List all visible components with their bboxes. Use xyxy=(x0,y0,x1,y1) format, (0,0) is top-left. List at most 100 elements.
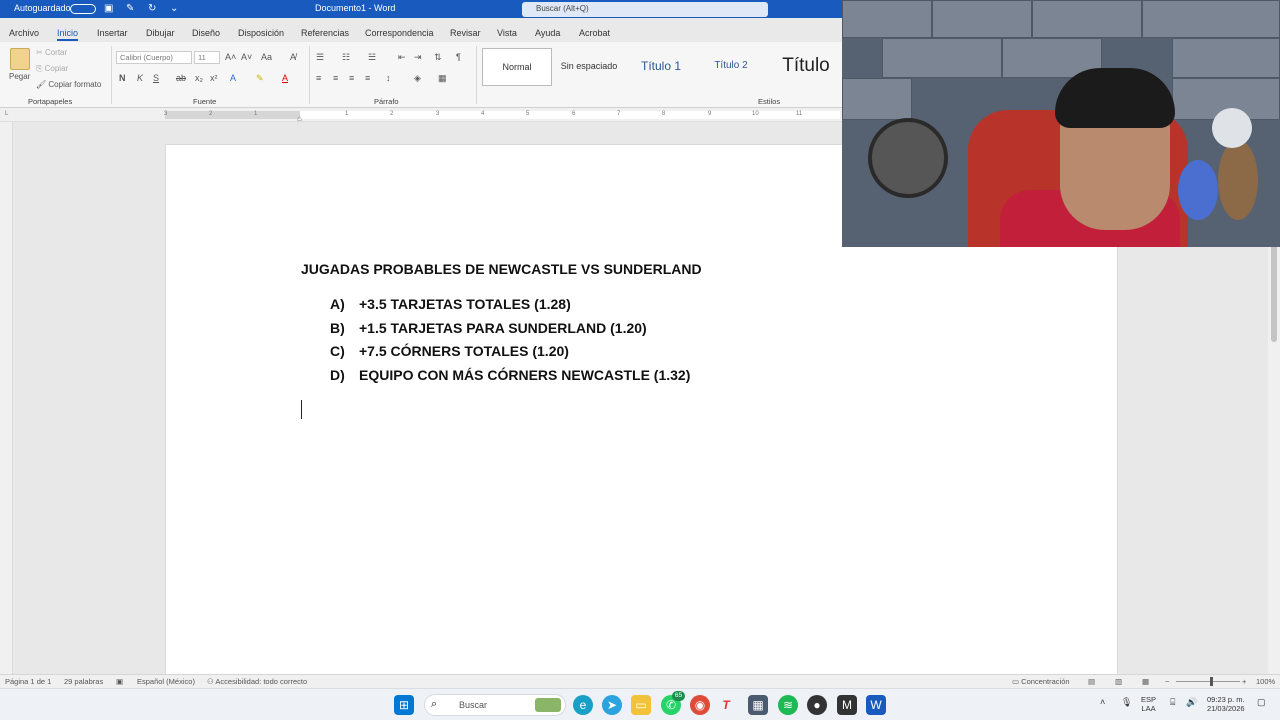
tab-dibujar[interactable]: Dibujar xyxy=(146,28,175,38)
ruler-tick: 2 xyxy=(209,111,213,117)
tab-correspondencia[interactable]: Correspondencia xyxy=(365,28,434,38)
file-explorer-icon[interactable]: ▭ xyxy=(631,695,651,715)
tab-disposicion[interactable]: Disposición xyxy=(238,28,284,38)
network-icon[interactable]: ⌸ xyxy=(1170,698,1175,707)
clock[interactable]: 09:23 p. m. 21/03/2026 xyxy=(1207,695,1245,713)
italic-icon[interactable]: K xyxy=(137,73,143,83)
taskbar-search[interactable]: ⌕ Buscar xyxy=(424,694,566,716)
language-indicator[interactable]: Español (México) xyxy=(137,677,195,686)
subscript-icon[interactable]: x₂ xyxy=(195,73,203,83)
typora-icon[interactable]: T xyxy=(716,695,736,715)
styles-gallery: Normal Sin espaciado Título 1 Título 2 T… xyxy=(480,48,840,88)
copy-button[interactable]: ⎘ Copiar xyxy=(36,64,68,74)
align-center-icon[interactable]: ≡ xyxy=(333,73,338,83)
multilevel-list-icon[interactable]: ☱ xyxy=(368,52,376,63)
tab-acrobat[interactable]: Acrobat xyxy=(579,28,610,38)
person-hair xyxy=(1055,68,1175,128)
style-heading-2[interactable]: Título 2 xyxy=(698,48,764,86)
borders-icon[interactable]: ▦ xyxy=(438,73,447,84)
clear-format-icon[interactable]: A̸ xyxy=(290,52,296,62)
tab-inicio[interactable]: Inicio xyxy=(57,28,79,41)
zoom-slider-thumb[interactable] xyxy=(1210,677,1213,686)
search-box[interactable]: Buscar (Alt+Q) xyxy=(522,2,768,17)
show-marks-icon[interactable]: ¶ xyxy=(456,52,461,62)
cut-button[interactable]: ✂ Cortar xyxy=(36,48,67,57)
notifications-icon[interactable]: ▢ xyxy=(1257,698,1266,707)
font-family-select[interactable]: Calibri (Cuerpo) xyxy=(116,51,192,64)
divider xyxy=(111,46,112,104)
microphone-icon[interactable]: 🎙 xyxy=(1121,698,1132,707)
edge-icon[interactable]: e xyxy=(573,695,593,715)
align-right-icon[interactable]: ≡ xyxy=(349,73,354,83)
autosave-toggle[interactable] xyxy=(70,4,96,14)
grow-font-icon[interactable]: A˄ xyxy=(225,52,236,62)
tab-diseno[interactable]: Diseño xyxy=(192,28,220,38)
tab-revisar[interactable]: Revisar xyxy=(450,28,481,38)
focus-button[interactable]: ▭ Concentración xyxy=(1012,677,1070,686)
app-icon[interactable]: ● xyxy=(807,695,827,715)
windows-start-icon[interactable]: ⊞ xyxy=(394,695,414,715)
proofing-icon[interactable]: ▣ xyxy=(116,677,123,686)
decrease-indent-icon[interactable]: ⇤ xyxy=(398,52,406,63)
calculator-icon[interactable]: ▦ xyxy=(748,695,768,715)
style-title[interactable]: Título xyxy=(772,48,840,86)
word-count[interactable]: 29 palabras xyxy=(64,677,103,686)
text-effects-icon[interactable]: A xyxy=(230,73,236,83)
increase-indent-icon[interactable]: ⇥ xyxy=(414,52,422,63)
chrome-icon[interactable]: ◉ xyxy=(690,695,710,715)
shrink-font-icon[interactable]: A˅ xyxy=(241,52,252,62)
web-layout-icon[interactable]: ▦ xyxy=(1142,677,1149,686)
chevron-up-icon[interactable]: ˄ xyxy=(1100,698,1105,707)
bullets-icon[interactable]: ☰ xyxy=(316,52,324,63)
customize-qat-icon[interactable]: ⌄ xyxy=(170,3,178,14)
bold-icon[interactable]: N xyxy=(119,73,126,83)
spotify-icon[interactable]: ≋ xyxy=(778,695,798,715)
language-switcher[interactable]: ESP LAA xyxy=(1141,695,1156,713)
zoom-out-icon[interactable]: − xyxy=(1165,677,1169,686)
tab-vista[interactable]: Vista xyxy=(497,28,517,38)
superscript-icon[interactable]: x² xyxy=(210,73,218,83)
volume-icon[interactable]: 🔊 xyxy=(1186,698,1197,707)
ruler-tick: 3 xyxy=(436,111,440,117)
shading-icon[interactable]: ◈ xyxy=(414,73,421,84)
zoom-slider[interactable] xyxy=(1176,681,1240,682)
font-size-select[interactable]: 11 xyxy=(194,51,220,64)
tab-referencias[interactable]: Referencias xyxy=(301,28,349,38)
line-spacing-icon[interactable]: ↕ xyxy=(386,73,391,83)
wall-brick xyxy=(1172,38,1280,78)
refresh-icon[interactable]: ↻ xyxy=(148,3,156,14)
style-heading-1[interactable]: Título 1 xyxy=(628,48,694,86)
highlight-icon[interactable]: ✎ xyxy=(256,73,264,84)
align-left-icon[interactable]: ≡ xyxy=(316,73,321,83)
paste-icon[interactable] xyxy=(10,48,30,70)
tab-archivo[interactable]: Archivo xyxy=(9,28,39,38)
strikethrough-icon[interactable]: ab xyxy=(176,73,186,83)
format-painter-button[interactable]: 🖌 Copiar formato xyxy=(36,80,101,89)
change-case-icon[interactable]: Aa xyxy=(261,52,272,62)
font-color-icon[interactable]: A xyxy=(282,73,288,83)
zoom-level[interactable]: 100% xyxy=(1256,677,1275,686)
style-normal[interactable]: Normal xyxy=(482,48,552,86)
ruler-tick: 10 xyxy=(752,111,759,117)
telegram-icon[interactable]: ➤ xyxy=(602,695,622,715)
tab-ayuda[interactable]: Ayuda xyxy=(535,28,560,38)
print-layout-icon[interactable]: ▥ xyxy=(1115,677,1122,686)
sort-icon[interactable]: ⇅ xyxy=(434,52,442,63)
zoom-in-icon[interactable]: + xyxy=(1242,677,1246,686)
page-count[interactable]: Página 1 de 1 xyxy=(5,677,51,686)
paste-button[interactable]: Pegar xyxy=(9,72,30,81)
pen-icon[interactable]: ✎ xyxy=(126,3,134,14)
save-icon[interactable]: ▣ xyxy=(104,3,113,14)
justify-icon[interactable]: ≡ xyxy=(365,73,370,83)
style-no-spacing[interactable]: Sin espaciado xyxy=(556,48,622,86)
read-mode-icon[interactable]: ▤ xyxy=(1088,677,1095,686)
mail-icon[interactable]: M xyxy=(837,695,857,715)
styles-group-label: Estilos xyxy=(758,97,781,106)
word-icon[interactable]: W xyxy=(866,695,886,715)
tab-insertar[interactable]: Insertar xyxy=(97,28,128,38)
numbering-icon[interactable]: ☷ xyxy=(342,52,350,63)
tab-selector-icon[interactable]: L xyxy=(5,111,8,117)
cut-label: Cortar xyxy=(44,48,68,57)
accessibility-status[interactable]: ⚇ Accesibilidad: todo correcto xyxy=(207,677,307,686)
underline-icon[interactable]: S xyxy=(153,73,159,83)
